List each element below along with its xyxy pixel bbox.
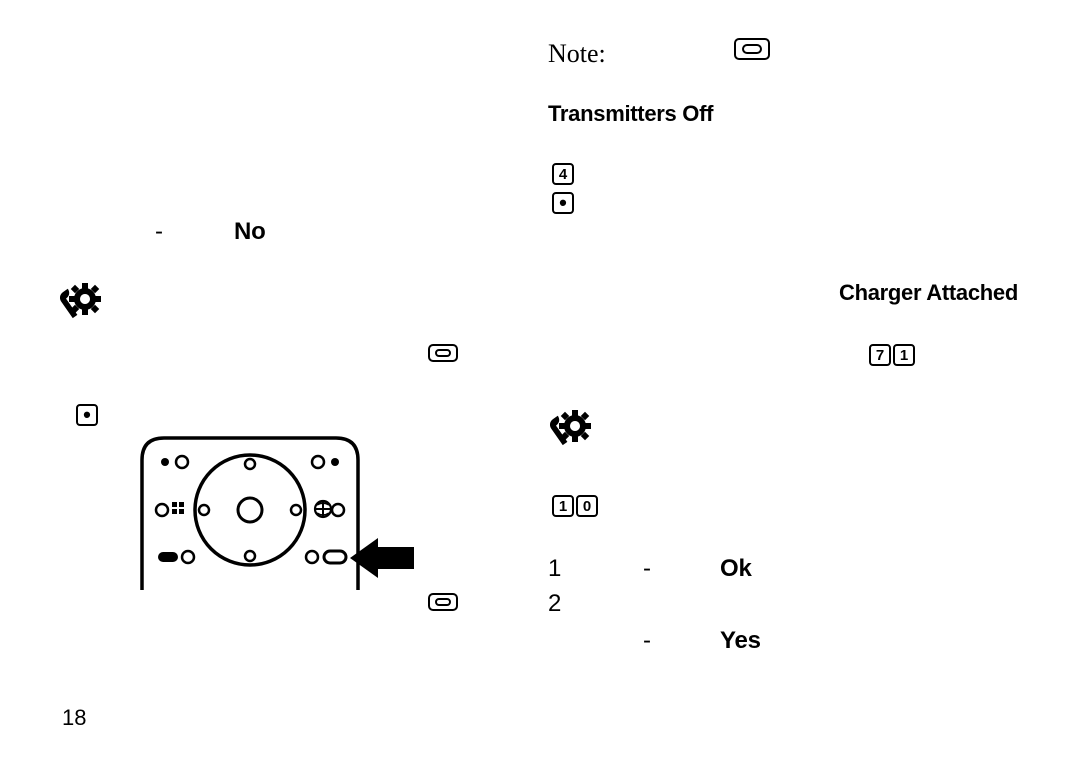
list-1: 1 [548, 555, 561, 583]
ok-label: Ok [720, 555, 752, 583]
dash-before-no: - [155, 218, 163, 246]
settings-gear-wrench-icon-2 [550, 410, 592, 455]
keycap-4: 4 [552, 163, 574, 185]
keycap-0: 0 [576, 495, 598, 517]
menu-pill-icon-3 [428, 593, 458, 611]
no-label: No [234, 218, 266, 246]
yes-label: Yes [720, 627, 761, 655]
menu-pill-icon [734, 38, 770, 60]
heading-charger-attached: Charger Attached [839, 280, 1018, 306]
keycap-10-group: 1 0 [552, 495, 598, 517]
keycap-7: 7 [869, 344, 891, 366]
menu-pill-icon-2 [428, 344, 458, 362]
dash-before-ok: - [643, 555, 651, 583]
keycap-1: 1 [893, 344, 915, 366]
pill-inner [435, 349, 451, 357]
heading-transmitters-off: Transmitters Off [548, 101, 713, 127]
note-label: Note: [548, 39, 606, 69]
keycap-dot-2: • [76, 404, 98, 426]
settings-gear-wrench-icon [60, 283, 102, 328]
keycap-dot: • [552, 192, 574, 214]
page-number: 18 [62, 705, 86, 731]
keycap-71-group: 7 1 [869, 344, 915, 366]
dash-before-yes: - [643, 627, 651, 655]
list-2: 2 [548, 590, 561, 618]
pill-inner [435, 598, 451, 606]
pill-inner [742, 44, 762, 54]
phone-keypad-diagram [130, 432, 420, 597]
keycap-1b: 1 [552, 495, 574, 517]
